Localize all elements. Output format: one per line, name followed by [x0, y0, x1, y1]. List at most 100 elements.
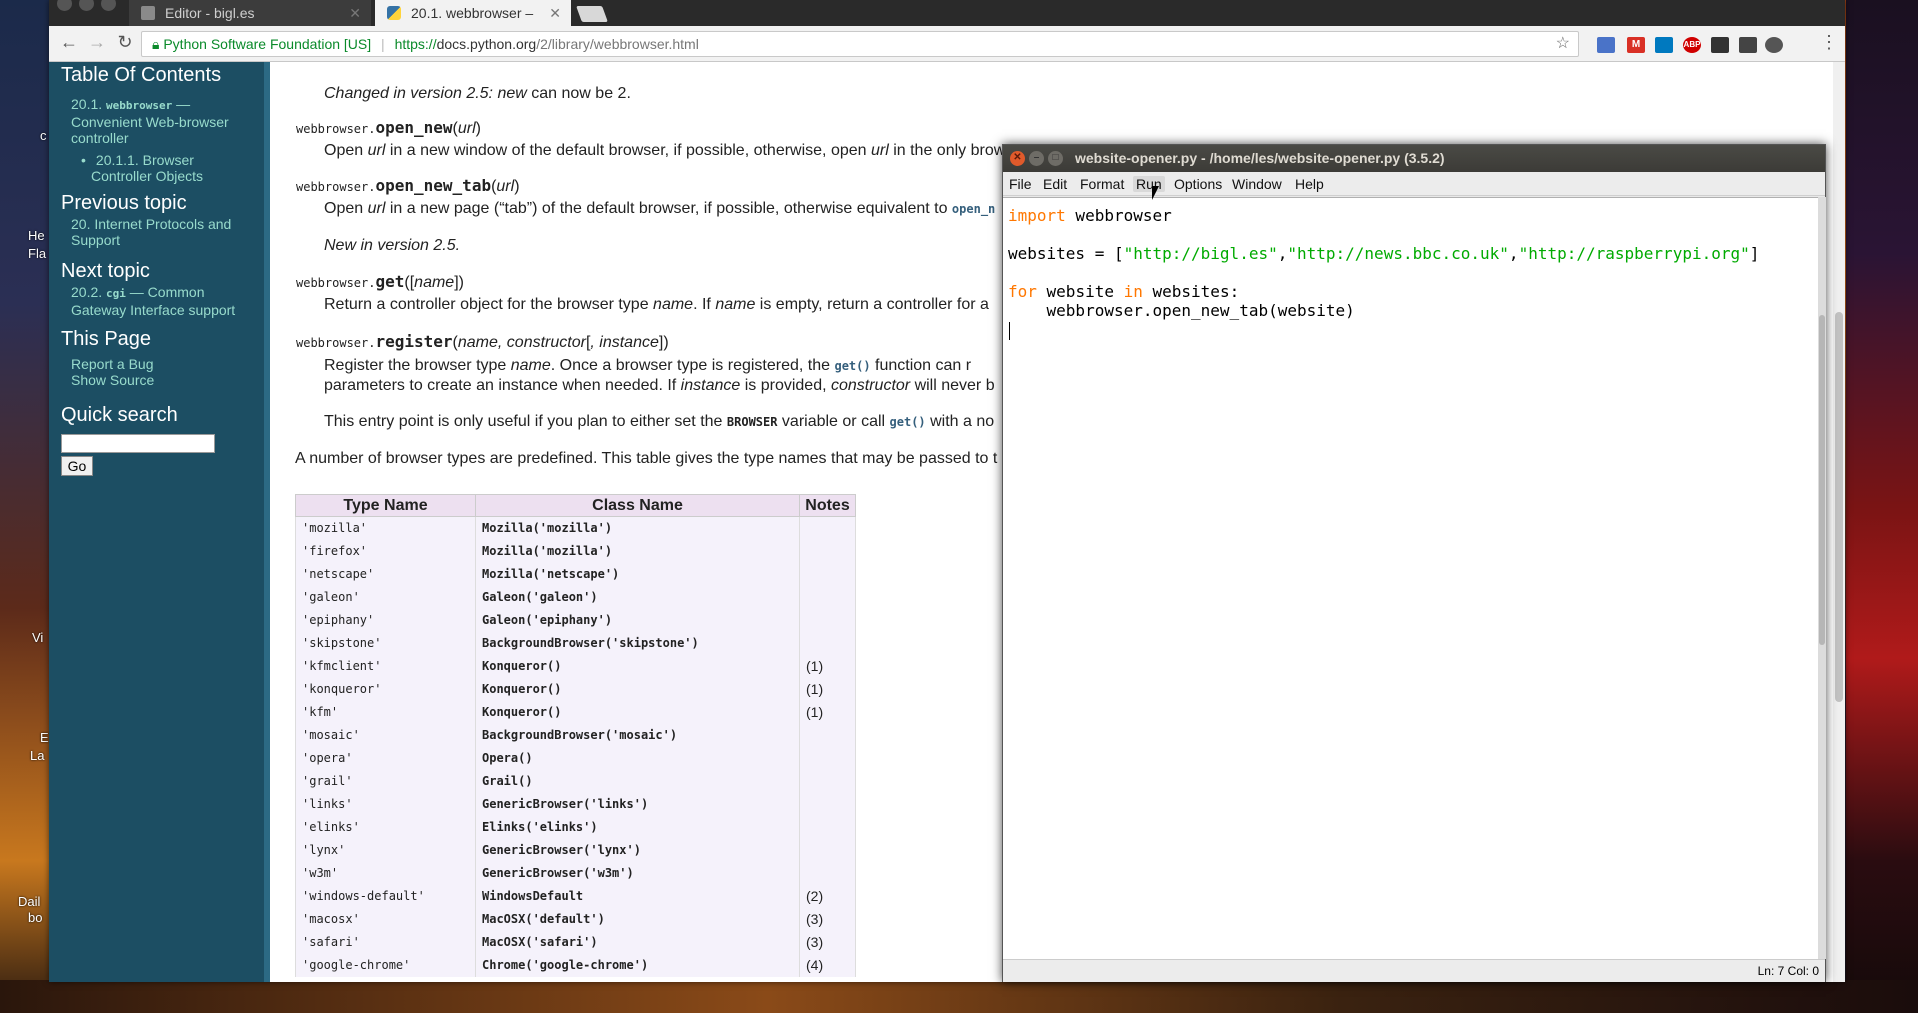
tab-editor[interactable]: Editor - bigl.es ✕ — [129, 0, 371, 26]
open-new-tab-description: Open url in a new page (“tab”) of the de… — [324, 199, 995, 219]
new-tab-button[interactable] — [576, 6, 608, 22]
report-bug-link[interactable]: Report a Bug — [71, 356, 154, 372]
minimize-icon[interactable] — [79, 0, 94, 11]
notes-cell — [799, 861, 856, 885]
text: Return a controller object for the brows… — [324, 296, 654, 313]
type-name-cell: 'grail' — [295, 769, 476, 793]
menu-kebab-icon[interactable]: ⋮ — [1817, 32, 1841, 53]
param-name: url — [870, 142, 889, 159]
maximize-icon[interactable] — [101, 0, 116, 11]
param-name: url — [367, 142, 386, 159]
idle-titlebar[interactable]: ✕ – □ website-opener.py - /home/les/webs… — [1003, 145, 1825, 172]
type-name-cell: 'epiphany' — [295, 608, 476, 632]
adblock-icon[interactable]: ABP — [1683, 37, 1701, 53]
code-link[interactable]: open_n — [952, 202, 995, 216]
class-name-cell: Konqueror() — [475, 700, 800, 724]
forward-arrow-icon[interactable]: → — [85, 32, 109, 53]
desktop-icon-label[interactable]: E — [40, 730, 49, 745]
go-button[interactable]: Go — [61, 456, 93, 476]
menu-format[interactable]: Format — [1080, 176, 1124, 192]
url-host: docs.python.org — [436, 36, 537, 52]
text: Open — [324, 142, 368, 159]
code-editor[interactable]: import webbrowser websites = ["http://bi… — [1003, 197, 1818, 959]
page-scrollbar[interactable] — [1833, 62, 1845, 982]
show-source-link[interactable]: Show Source — [71, 372, 154, 388]
table-row: 'links' GenericBrowser('links') — [295, 792, 856, 816]
type-name-cell: 'google-chrome' — [295, 953, 476, 977]
param-name: url — [457, 120, 476, 137]
toc-item-browser-controller[interactable]: • 20.1.1. Browser Controller Objects — [81, 152, 229, 184]
close-icon[interactable]: ✕ — [1010, 151, 1025, 166]
trello-icon[interactable] — [1655, 37, 1673, 53]
reload-icon[interactable]: ↻ — [113, 32, 137, 53]
changed-note: Changed in version 2.5: new can now be 2… — [324, 84, 631, 104]
param-name: name — [510, 357, 551, 374]
window-title: website-opener.py - /home/les/website-op… — [1075, 150, 1445, 166]
class-name-cell: Mozilla('mozilla') — [475, 516, 800, 540]
type-name-cell: 'macosx' — [295, 907, 476, 931]
gsuite-icon[interactable] — [1597, 37, 1615, 53]
desktop-icon-label[interactable]: bo — [28, 910, 42, 925]
quick-search-input[interactable] — [61, 434, 215, 453]
table-row: 'konqueror' Konqueror() (1) — [295, 677, 856, 701]
desktop-icon-label[interactable]: La — [30, 748, 44, 763]
code-line: import webbrowser — [1008, 206, 1172, 225]
param-name: name — [414, 274, 455, 291]
text: parameters to create an instance when ne… — [324, 377, 681, 394]
register-description: Register the browser type name. Once a b… — [324, 356, 971, 376]
link-line: 20. Internet Protocols and — [71, 216, 232, 232]
menu-edit[interactable]: Edit — [1043, 176, 1067, 192]
editor-scrollbar-thumb[interactable] — [1819, 315, 1825, 645]
toc-list: 20.1. webbrowser — Convenient Web-browse… — [71, 96, 229, 184]
code-link[interactable]: get() — [834, 359, 870, 373]
notes-cell — [799, 769, 856, 793]
menu-file[interactable]: File — [1009, 176, 1032, 192]
camera-icon[interactable] — [1739, 37, 1757, 53]
next-topic-link[interactable]: 20.2. cgi — Common Gateway Interface sup… — [71, 284, 235, 318]
desktop-icon-label[interactable]: Vi — [32, 630, 43, 645]
toc-item-webbrowser[interactable]: 20.1. webbrowser — Convenient Web-browse… — [71, 96, 229, 146]
tab-webbrowser-docs[interactable]: 20.1. webbrowser – ✕ — [375, 0, 571, 26]
notes-cell: (4) — [799, 953, 856, 977]
minimize-icon[interactable]: – — [1029, 151, 1044, 166]
menu-run[interactable]: Run — [1133, 176, 1165, 192]
text: . Once a browser type is registered, the — [550, 357, 835, 374]
desktop-icon-label[interactable]: Dail — [18, 894, 40, 909]
text: is empty, return a controller for a — [755, 296, 989, 313]
close-icon[interactable]: ✕ — [349, 0, 361, 26]
site-identity[interactable]: Python Software Foundation [US] — [163, 36, 371, 52]
page-scrollbar-thumb[interactable] — [1835, 312, 1843, 702]
toc-line: Convenient Web-browser — [71, 114, 229, 130]
desktop-icon-label[interactable]: c — [40, 128, 47, 143]
entry-point-note: This entry point is only useful if you p… — [324, 412, 994, 432]
notes-cell — [799, 585, 856, 609]
menu-window[interactable]: Window — [1232, 176, 1282, 192]
notes-cell — [799, 792, 856, 816]
bookmark-star-icon[interactable]: ☆ — [1556, 32, 1570, 56]
desktop-wallpaper-bottom — [0, 980, 1918, 1013]
menu-options[interactable]: Options — [1174, 176, 1222, 192]
class-name-cell: Opera() — [475, 746, 800, 770]
code-line: websites = ["http://bigl.es","http://new… — [1008, 244, 1759, 263]
notes-cell: (2) — [799, 884, 856, 908]
bullet: • — [81, 152, 86, 168]
type-name-cell: 'links' — [295, 792, 476, 816]
gear-icon[interactable] — [1765, 37, 1783, 53]
class-name-cell: Konqueror() — [475, 654, 800, 678]
table-row: 'windows-default' WindowsDefault (2) — [295, 884, 856, 908]
gmail-icon[interactable]: M — [1627, 37, 1645, 53]
close-icon[interactable] — [57, 0, 72, 11]
text: is provided, — [740, 377, 831, 394]
notes-cell — [799, 723, 856, 747]
class-name-cell: Mozilla('mozilla') — [475, 539, 800, 563]
previous-topic-link[interactable]: 20. Internet Protocols and Support — [71, 216, 231, 248]
terminal-icon[interactable] — [1711, 37, 1729, 53]
address-bar[interactable]: 🔒︎ Python Software Foundation [US] | htt… — [141, 31, 1579, 57]
code-link[interactable]: get() — [890, 415, 926, 429]
desktop-icon-label[interactable]: He — [28, 228, 45, 243]
back-arrow-icon[interactable]: ← — [57, 32, 81, 53]
menu-help[interactable]: Help — [1295, 176, 1324, 192]
maximize-icon[interactable]: □ — [1048, 151, 1063, 166]
close-icon[interactable]: ✕ — [549, 0, 561, 26]
desktop-icon-label[interactable]: Fla — [28, 246, 46, 261]
